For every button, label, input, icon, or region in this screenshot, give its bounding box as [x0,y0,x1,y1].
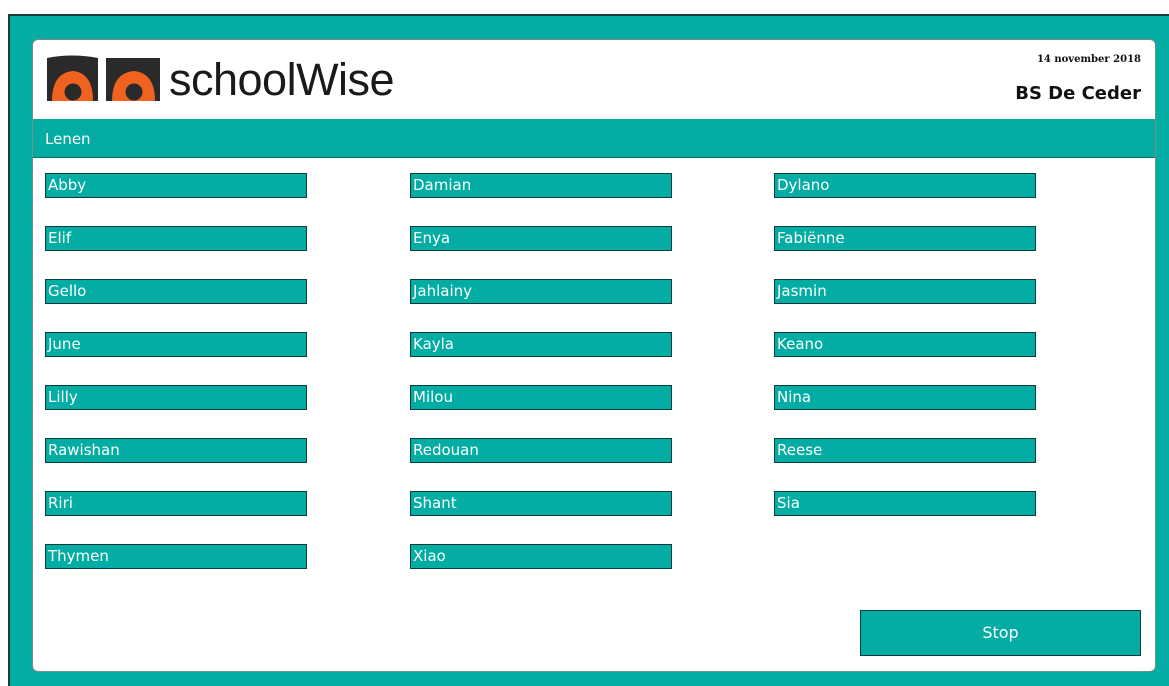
student-button[interactable]: Redouan [410,438,672,463]
student-button[interactable]: Shant [410,491,672,516]
student-button[interactable]: Nina [774,385,1036,410]
student-button[interactable]: Xiao [410,544,672,569]
student-button[interactable]: Enya [410,226,672,251]
stop-button[interactable]: Stop [860,610,1141,656]
student-button[interactable]: Riri [45,491,307,516]
student-grid: Abby Elif Gello June Lilly Rawishan Riri… [33,40,1155,671]
student-button[interactable]: Gello [45,279,307,304]
student-button[interactable]: Milou [410,385,672,410]
student-button[interactable]: Kayla [410,332,672,357]
student-button[interactable]: Abby [45,173,307,198]
student-button[interactable]: Jasmin [774,279,1036,304]
student-button[interactable]: Lilly [45,385,307,410]
student-button[interactable]: Elif [45,226,307,251]
student-button[interactable]: Reese [774,438,1036,463]
student-button[interactable]: Keano [774,332,1036,357]
student-button[interactable]: Fabiënne [774,226,1036,251]
student-button[interactable]: Jahlainy [410,279,672,304]
student-button[interactable]: Rawishan [45,438,307,463]
main-panel: schoolWise 14 november 2018 BS De Ceder … [32,39,1156,672]
student-button[interactable]: Sia [774,491,1036,516]
student-button[interactable]: Damian [410,173,672,198]
button-highlight-line [808,517,948,519]
student-button[interactable]: June [45,332,307,357]
student-button[interactable]: Thymen [45,544,307,569]
student-button[interactable]: Dylano [774,173,1036,198]
